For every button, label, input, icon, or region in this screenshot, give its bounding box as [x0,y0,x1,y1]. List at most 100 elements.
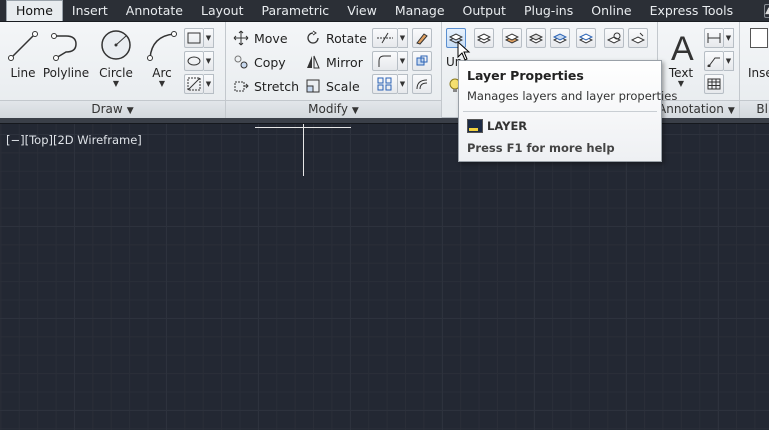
copy-icon [232,53,250,71]
tab-annotate[interactable]: Annotate [117,1,192,21]
array-button[interactable] [372,74,398,94]
boundary-button[interactable] [184,74,204,94]
rectangle-button[interactable] [184,28,204,48]
hatch-dropdown-icon[interactable]: ▼ [204,51,214,71]
layer-isolate-button[interactable] [502,28,522,48]
circle-dropdown-icon[interactable]: ▼ [93,79,139,88]
rotate-tool[interactable]: Rotate [304,28,367,48]
rectangle-dropdown-icon[interactable]: ▼ [204,28,214,48]
layer-isolate-icon [505,33,519,44]
layer-match-button[interactable] [604,28,624,48]
tooltip-description: Manages layers and layer properties [467,89,678,103]
layer-match-icon [607,32,621,44]
tooltip-command: LAYER [487,119,528,133]
tab-online[interactable]: Online [582,1,640,21]
tab-output[interactable]: Output [454,1,515,21]
viewport-controls-label[interactable]: [−][Top][2D Wireframe] [6,133,142,147]
tooltip-help: Press F1 for more help [467,141,615,155]
layer-freeze-icon [553,33,567,44]
boundary-dropdown-icon[interactable]: ▼ [204,74,214,94]
modify-panel-caret-icon: ▼ [351,106,359,116]
circle-icon [101,30,131,60]
copy-tool[interactable]: Copy [232,52,286,72]
arc-tool[interactable]: Arc ▼ [139,26,185,88]
explode-button[interactable] [412,51,432,71]
draw-panel-title[interactable]: Draw ▼ [0,100,225,118]
line-icon [8,31,38,61]
tab-view[interactable]: View [338,1,386,21]
dimension-button[interactable] [704,28,724,48]
hatch-button[interactable] [184,51,204,71]
annotation-panel-title-text: Annotation [658,102,724,116]
rotate-label: Rotate [326,30,367,46]
table-icon [707,78,721,90]
trim-dropdown-icon[interactable]: ▼ [398,28,408,48]
draw-panel-title-text: Draw [91,102,123,116]
ribbon-minimize-icon[interactable]: ▲ [764,4,769,18]
move-icon [232,29,250,47]
layer-off-icon [529,33,543,44]
block-panel-title[interactable]: Bl [740,100,769,118]
table-button[interactable] [704,74,724,94]
layer-off-button[interactable] [526,28,546,48]
text-icon: A [671,30,694,68]
tooltip-title: Layer Properties [467,68,584,83]
text-dropdown-icon[interactable]: ▼ [658,79,704,88]
mouse-pointer-icon [457,41,471,61]
insert-block-icon[interactable] [750,28,768,48]
svg-text:A: A [671,30,694,64]
text-tool[interactable]: A Text ▼ [658,26,704,88]
stretch-tool[interactable]: Stretch [232,76,299,96]
offset-button[interactable] [412,74,432,94]
arc-icon [147,31,177,61]
layer-walk-button[interactable] [628,28,648,48]
rotate-icon [304,29,322,47]
scale-tool[interactable]: Scale [304,76,360,96]
tab-layout[interactable]: Layout [192,1,253,21]
modify-panel-title[interactable]: Modify ▼ [226,100,441,118]
array-dropdown-icon[interactable]: ▼ [398,74,408,94]
fillet-dropdown-icon[interactable]: ▼ [398,51,408,71]
layer-properties-tooltip: Layer Properties Manages layers and laye… [458,60,677,162]
tab-insert[interactable]: Insert [63,1,117,21]
leader-button[interactable] [704,51,724,71]
layer-freeze-button[interactable] [550,28,570,48]
leader-icon [707,57,720,67]
tab-plugins[interactable]: Plug-ins [515,1,582,21]
dimension-icon [707,33,721,43]
move-tool[interactable]: Move [232,28,288,48]
copy-label: Copy [254,54,286,70]
arc-dropdown-icon[interactable]: ▼ [139,79,185,88]
layer-lock-icon [579,33,593,44]
layer-lock-button[interactable] [576,28,596,48]
trim-button[interactable] [372,28,398,48]
stretch-icon [232,77,250,95]
modify-panel: Move Rotate Copy Mirror Stretch Scale ▼ … [226,22,442,118]
annotation-panel: A Text ▼ ▼ ▼ Annotation ▼ [658,22,740,118]
tab-parametric[interactable]: Parametric [252,1,338,21]
erase-icon [416,33,428,45]
annotation-panel-caret-icon: ▼ [727,106,735,116]
tab-manage[interactable]: Manage [386,1,454,21]
dimension-dropdown-icon[interactable]: ▼ [724,28,734,48]
tab-express-tools[interactable]: Express Tools [641,1,743,21]
leader-dropdown-icon[interactable]: ▼ [724,51,734,71]
explode-icon [416,55,428,66]
mirror-tool[interactable]: Mirror [304,52,363,72]
ribbon-tab-bar: Home Insert Annotate Layout Parametric V… [0,0,769,22]
layer-stack-icon [477,33,491,44]
erase-button[interactable] [412,28,432,48]
polyline-tool[interactable]: Polyline [43,26,89,86]
stretch-label: Stretch [254,78,300,94]
mirror-label: Mirror [326,54,363,70]
hatch-icon [187,77,201,91]
tooltip-divider [463,111,657,112]
tab-home[interactable]: Home [6,0,63,21]
crosshair-vertical [303,124,304,176]
fillet-button[interactable] [372,51,398,71]
layer-state-button[interactable] [474,28,494,48]
drawing-canvas[interactable] [0,124,769,430]
rectangle-icon [187,32,201,44]
move-label: Move [254,30,288,46]
autocad-window: Home Insert Annotate Layout Parametric V… [0,0,769,430]
